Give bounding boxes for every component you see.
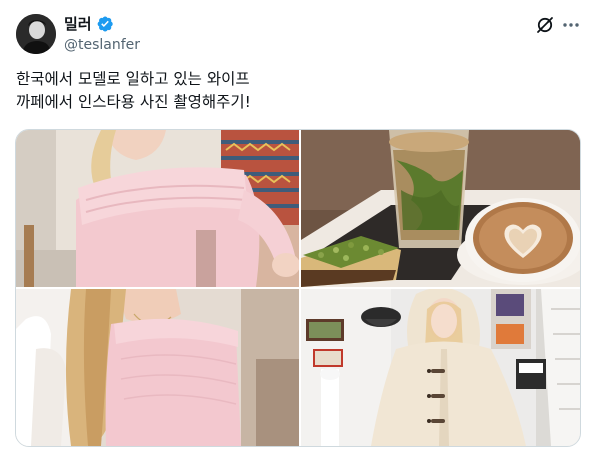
verified-badge-icon — [96, 15, 114, 33]
author-name-row[interactable]: 밀러 — [64, 14, 114, 34]
media-photo-1[interactable] — [16, 130, 299, 287]
author-handle[interactable]: @teslanfer — [64, 36, 140, 54]
media-grid — [15, 129, 581, 447]
tweet-text-line-1: 한국에서 모델로 일하고 있는 와이프 — [16, 70, 250, 88]
grok-icon[interactable] — [534, 14, 556, 36]
more-options-icon[interactable] — [560, 14, 582, 36]
tweet-text-line-2: 까페에서 인스타용 사진 촬영해주기! — [16, 93, 251, 111]
author-display-name[interactable]: 밀러 — [64, 14, 92, 34]
media-photo-3[interactable] — [16, 289, 299, 446]
media-photo-2[interactable] — [301, 130, 580, 287]
media-photo-4[interactable] — [301, 289, 580, 446]
tweet-text: 한국에서 모델로 일하고 있는 와이프 까페에서 인스타용 사진 촬영해주기! — [16, 68, 576, 114]
author-avatar[interactable] — [16, 14, 56, 54]
